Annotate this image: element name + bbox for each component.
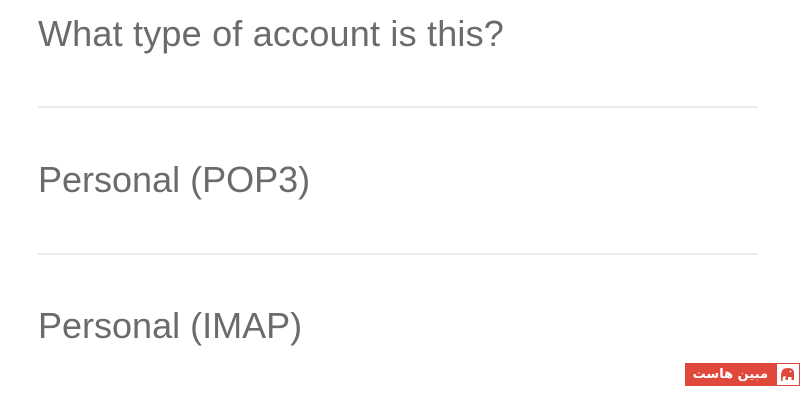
option-personal-imap[interactable]: Personal (IMAP) xyxy=(0,255,800,400)
page-title: What type of account is this? xyxy=(38,13,505,54)
account-type-screen: What type of account is this? Personal (… xyxy=(0,0,800,400)
watermark-text: مبین هاست xyxy=(684,363,776,386)
watermark: مبین هاست xyxy=(684,363,800,386)
elephant-logo-icon xyxy=(776,363,800,386)
option-label: Personal (POP3) xyxy=(38,159,311,200)
option-label: Personal (IMAP) xyxy=(38,305,303,346)
option-personal-pop3[interactable]: Personal (POP3) xyxy=(0,108,800,254)
